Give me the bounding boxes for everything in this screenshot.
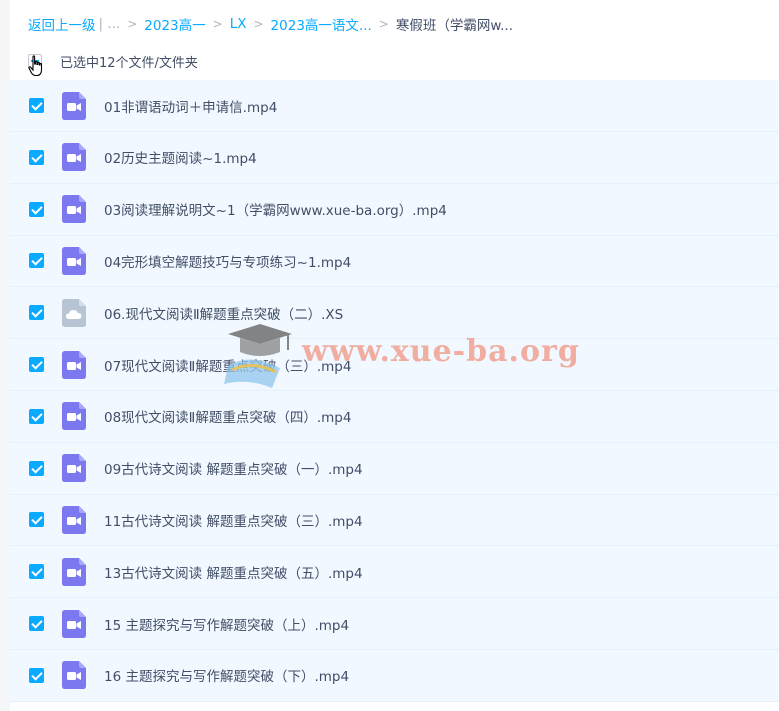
- file-checkbox[interactable]: [29, 667, 44, 683]
- file-row[interactable]: 06.现代文阅读Ⅱ解题重点突破（二）.XS: [10, 287, 779, 340]
- back-link[interactable]: 返回上一级: [28, 14, 96, 34]
- selection-count: 已选中12个文件/文件夹: [60, 55, 198, 71]
- file-name[interactable]: 04完形填空解题技巧与专项练习~1.mp4: [104, 251, 351, 271]
- file-name[interactable]: 01非谓语动词＋申请信.mp4: [104, 96, 277, 116]
- file-name[interactable]: 16 主题探究与写作解题突破（下）.mp4: [104, 665, 349, 685]
- video-file-icon: [62, 143, 86, 172]
- file-checkbox[interactable]: [29, 149, 44, 165]
- breadcrumb-current: 寒假班（学霸网w...: [395, 18, 514, 34]
- video-file-icon: [62, 505, 86, 534]
- video-file-icon: [62, 454, 86, 483]
- file-list: 01非谓语动词＋申请信.mp4 02历史主题阅读~1.mp4 03阅读理解说明文…: [10, 80, 779, 702]
- file-checkbox[interactable]: [29, 357, 44, 373]
- video-file-icon: [62, 402, 86, 431]
- file-checkbox[interactable]: [29, 564, 44, 580]
- file-checkbox[interactable]: [29, 253, 44, 269]
- file-row[interactable]: 08现代文阅读Ⅱ解题重点突破（四）.mp4: [10, 390, 779, 443]
- breadcrumb-separator: >: [378, 17, 389, 31]
- file-name[interactable]: 08现代文阅读Ⅱ解题重点突破（四）.mp4: [104, 406, 351, 426]
- file-name[interactable]: 13古代诗文阅读 解题重点突破（五）.mp4: [104, 562, 363, 582]
- selection-bar: 已选中12个文件/文件夹: [28, 52, 198, 71]
- file-name[interactable]: 02历史主题阅读~1.mp4: [104, 147, 257, 167]
- file-name[interactable]: 09古代诗文阅读 解题重点突破（一）.mp4: [104, 458, 363, 478]
- video-file-icon: [62, 246, 86, 275]
- file-checkbox[interactable]: [29, 98, 44, 113]
- video-file-icon: [62, 195, 86, 224]
- file-checkbox[interactable]: [29, 408, 44, 424]
- breadcrumb-item-2023[interactable]: 2023高一: [144, 14, 205, 34]
- file-checkbox[interactable]: [29, 305, 44, 321]
- breadcrumb-separator: >: [212, 17, 223, 31]
- breadcrumb-separator: >: [253, 17, 264, 31]
- file-row[interactable]: 07现代文阅读Ⅱ解题重点突破（三）.mp4: [10, 339, 779, 391]
- breadcrumb-separator: >: [127, 17, 138, 31]
- file-row[interactable]: 04完形填空解题技巧与专项练习~1.mp4: [10, 235, 779, 288]
- video-file-icon: [62, 609, 86, 638]
- file-name[interactable]: 06.现代文阅读Ⅱ解题重点突破（二）.XS: [104, 303, 343, 323]
- file-row[interactable]: 01非谓语动词＋申请信.mp4: [10, 80, 779, 132]
- breadcrumb-item-lx[interactable]: LX: [230, 16, 247, 32]
- file-checkbox[interactable]: [29, 616, 44, 632]
- file-row[interactable]: 13古代诗文阅读 解题重点突破（五）.mp4: [10, 546, 779, 599]
- breadcrumb-ellipsis[interactable]: | ...: [99, 16, 121, 32]
- file-checkbox[interactable]: [29, 201, 44, 217]
- file-row[interactable]: 02历史主题阅读~1.mp4: [10, 132, 779, 184]
- file-row[interactable]: 11古代诗文阅读 解题重点突破（三）.mp4: [10, 494, 779, 547]
- video-file-icon: [62, 661, 86, 690]
- hand-cursor-icon: [28, 55, 43, 77]
- file-checkbox[interactable]: [29, 460, 44, 476]
- breadcrumb-item-chinese[interactable]: 2023高一语文...: [271, 14, 372, 34]
- file-checkbox[interactable]: [29, 512, 44, 528]
- cloud-file-icon: [62, 298, 86, 327]
- file-row[interactable]: 16 主题探究与写作解题突破（下）.mp4: [10, 649, 779, 702]
- file-name[interactable]: 07现代文阅读Ⅱ解题重点突破（三）.mp4: [104, 355, 351, 375]
- file-name[interactable]: 03阅读理解说明文~1（学霸网www.xue-ba.org）.mp4: [104, 199, 447, 219]
- left-edge: [0, 0, 10, 711]
- file-row[interactable]: 09古代诗文阅读 解题重点突破（一）.mp4: [10, 442, 779, 495]
- video-file-icon: [62, 91, 86, 120]
- file-name[interactable]: 15 主题探究与写作解题突破（上）.mp4: [104, 614, 349, 634]
- video-file-icon: [62, 557, 86, 586]
- file-row[interactable]: 15 主题探究与写作解题突破（上）.mp4: [10, 598, 779, 650]
- file-row[interactable]: 03阅读理解说明文~1（学霸网www.xue-ba.org）.mp4: [10, 183, 779, 236]
- file-name[interactable]: 11古代诗文阅读 解题重点突破（三）.mp4: [104, 510, 363, 530]
- breadcrumb: 返回上一级 | ... > 2023高一 > LX > 2023高一语文... …: [28, 14, 514, 34]
- video-file-icon: [62, 350, 86, 379]
